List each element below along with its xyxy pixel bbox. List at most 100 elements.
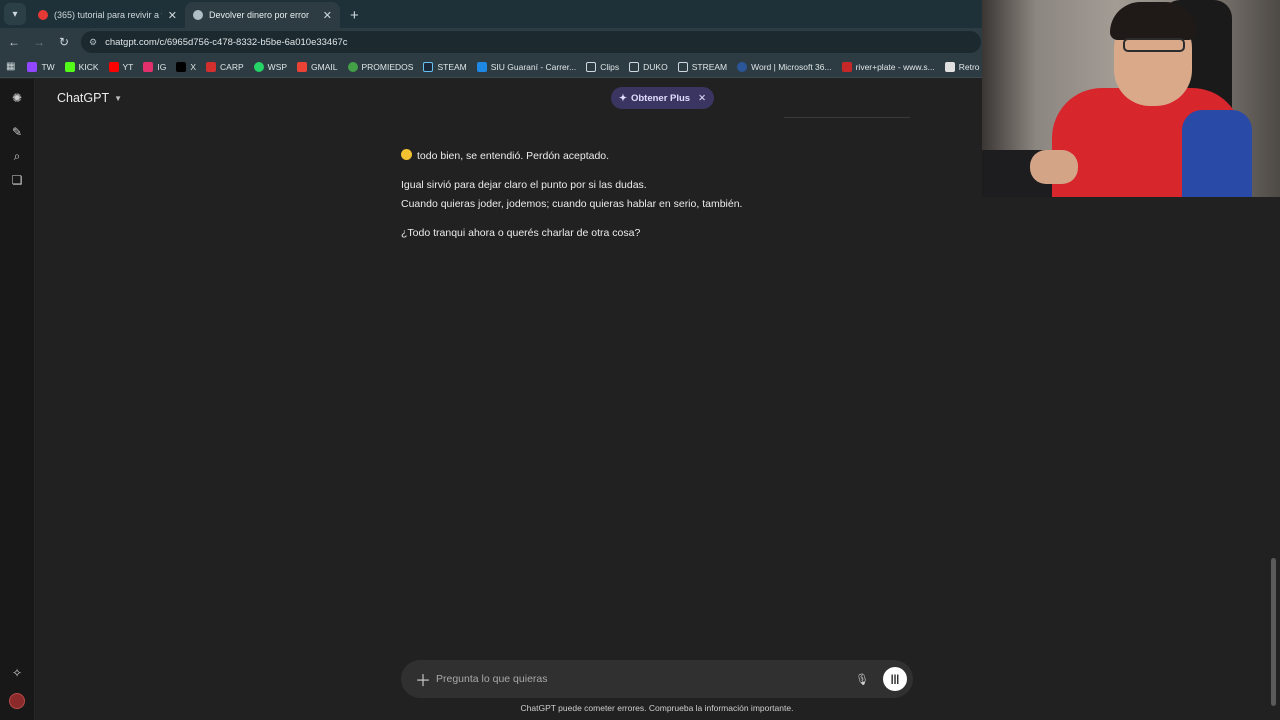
chat-header: ChatGPT ▼ ✦ Obtener Plus ✕: [36, 79, 980, 117]
bookmark-label: DUKO: [643, 61, 668, 72]
bookmark-label: CARP: [220, 61, 244, 72]
scrollbar[interactable]: [1271, 558, 1276, 706]
message-paragraph: ¿Todo tranqui ahora o querés charlar de …: [401, 224, 921, 243]
disclaimer-text: ChatGPT puede cometer errores. Comprueba…: [520, 703, 794, 713]
bookmark-label: KICK: [78, 61, 99, 72]
folder-icon: [586, 61, 597, 72]
river-plate-icon: [206, 61, 217, 72]
message-text: ¿Todo tranqui ahora o querés charlar de …: [401, 227, 641, 239]
message-text: Cuando quieras joder, jodemos; cuando qu…: [401, 198, 743, 210]
avatar[interactable]: [9, 693, 25, 709]
bookmark-item[interactable]: Word | Microsoft 36...: [737, 61, 832, 72]
url-text: chatgpt.com/c/6965d756-c478-8332-b5be-6a…: [105, 36, 348, 48]
library-icon[interactable]: ❏: [9, 172, 25, 188]
model-selector[interactable]: ChatGPT ▼: [57, 91, 122, 105]
bookmark-folder[interactable]: DUKO: [629, 61, 668, 72]
browser-tab-active[interactable]: Devolver dinero por error ✕: [185, 2, 340, 28]
get-plus-button[interactable]: ✦ Obtener Plus ✕: [611, 87, 715, 109]
tab-title: (365) tutorial para revivir a tu h: [54, 10, 162, 20]
hair: [1110, 2, 1196, 40]
promiedos-icon: [347, 61, 358, 72]
message-text: todo bien, se entendió. Perdón aceptado.: [417, 150, 610, 162]
browser-tab[interactable]: (365) tutorial para revivir a tu h ✕: [30, 2, 185, 28]
smile-emoji-icon: [401, 149, 412, 160]
bookmark-label: STREAM: [691, 61, 728, 72]
twitch-icon: [27, 61, 38, 72]
tab-search-button[interactable]: ▾: [4, 3, 26, 25]
folder-icon: [677, 61, 688, 72]
sparkle-icon: ✦: [619, 92, 627, 104]
youtube-favicon-icon: [38, 10, 48, 20]
chevron-down-icon: ▼: [114, 93, 123, 103]
bookmark-label: river+plate - www.s...: [855, 61, 935, 72]
bookmark-label: TW: [41, 61, 55, 72]
search-icon[interactable]: ⌕: [9, 148, 25, 164]
new-tab-button[interactable]: +: [350, 7, 359, 24]
bookmark-item[interactable]: KICK: [64, 61, 99, 72]
bookmark-label: YT: [122, 61, 134, 72]
bookmark-item[interactable]: WSP: [253, 61, 287, 72]
plus-icon[interactable]: ＋: [415, 667, 433, 691]
chatgpt-favicon-icon: [193, 10, 203, 20]
bookmark-item[interactable]: CARP: [206, 61, 244, 72]
bookmark-folder[interactable]: Clips: [586, 61, 620, 72]
hand: [1030, 150, 1078, 184]
webcam-overlay: [982, 0, 1280, 197]
back-arrow-icon[interactable]: ←: [3, 35, 25, 49]
microphone-icon[interactable]: 🎙: [855, 673, 869, 686]
siu-icon: [476, 61, 487, 72]
message-text: Igual sirvió para dejar claro el punto p…: [401, 179, 647, 191]
bookmark-item[interactable]: river+plate - www.s...: [841, 61, 935, 72]
divider: [784, 117, 910, 118]
address-bar[interactable]: ⚙ chatgpt.com/c/6965d756-c478-8332-b5be-…: [81, 31, 981, 53]
instagram-icon: [143, 61, 154, 72]
assistant-message: todo bien, se entendió. Perdón aceptado.…: [401, 147, 921, 253]
message-paragraph: Igual sirvió para dejar claro el punto p…: [401, 176, 921, 214]
bookmark-label: PROMIEDOS: [361, 61, 414, 72]
x-icon: [176, 61, 187, 72]
bookmark-label: SIU Guaraní - Carrer...: [490, 61, 577, 72]
close-tab-icon[interactable]: ✕: [323, 9, 332, 22]
message-paragraph: todo bien, se entendió. Perdón aceptado.: [401, 147, 921, 166]
bookmark-item[interactable]: IG: [143, 61, 167, 72]
bookmark-label: Clips: [600, 61, 620, 72]
bookmark-folder[interactable]: STREAM: [677, 61, 728, 72]
bookmark-label: IG: [157, 61, 167, 72]
openai-logo-icon[interactable]: ✺: [9, 90, 25, 106]
site-info-icon[interactable]: ⚙: [89, 37, 97, 48]
new-chat-icon[interactable]: ✎: [9, 124, 25, 140]
microsoft-365-icon: [737, 61, 748, 72]
prompt-input[interactable]: [436, 673, 856, 685]
reload-icon[interactable]: ↻: [53, 35, 75, 49]
folder-icon: [629, 61, 640, 72]
bookmark-item[interactable]: GMAIL: [297, 61, 338, 72]
voice-mode-icon[interactable]: |||: [883, 667, 907, 691]
bookmark-item[interactable]: STEAM: [423, 61, 467, 72]
river-plate-store-icon: [841, 61, 852, 72]
bookmark-label: STEAM: [437, 61, 467, 72]
steam-icon: [423, 61, 434, 72]
bookmark-label: Word | Microsoft 36...: [751, 61, 832, 72]
retro-icon: [944, 61, 955, 72]
blue-sleeve: [1182, 110, 1252, 197]
tab-title: Devolver dinero por error: [209, 10, 310, 20]
composer: ＋ 🎙 |||: [401, 660, 913, 698]
bookmark-item[interactable]: YT: [108, 61, 134, 72]
youtube-icon: [108, 61, 119, 72]
bookmark-item[interactable]: X: [176, 61, 197, 72]
kick-icon: [64, 61, 75, 72]
sparkle-icon[interactable]: ✧: [9, 665, 25, 681]
bookmark-label: X: [190, 61, 197, 72]
bookmark-label: GMAIL: [311, 61, 338, 72]
close-tab-icon[interactable]: ✕: [168, 9, 177, 22]
bookmark-item[interactable]: PROMIEDOS: [347, 61, 414, 72]
model-label: ChatGPT: [57, 91, 110, 105]
glasses: [1123, 38, 1185, 52]
forward-arrow-icon[interactable]: →: [28, 35, 50, 49]
get-plus-label: Obtener Plus: [630, 92, 691, 104]
apps-grid-icon[interactable]: ▦: [6, 61, 15, 72]
sidebar: ✺ ✎ ⌕ ❏ ✧: [0, 79, 35, 720]
bookmark-item[interactable]: TW: [27, 61, 55, 72]
bookmark-item[interactable]: SIU Guaraní - Carrer...: [476, 61, 577, 72]
close-icon[interactable]: ✕: [698, 93, 706, 104]
